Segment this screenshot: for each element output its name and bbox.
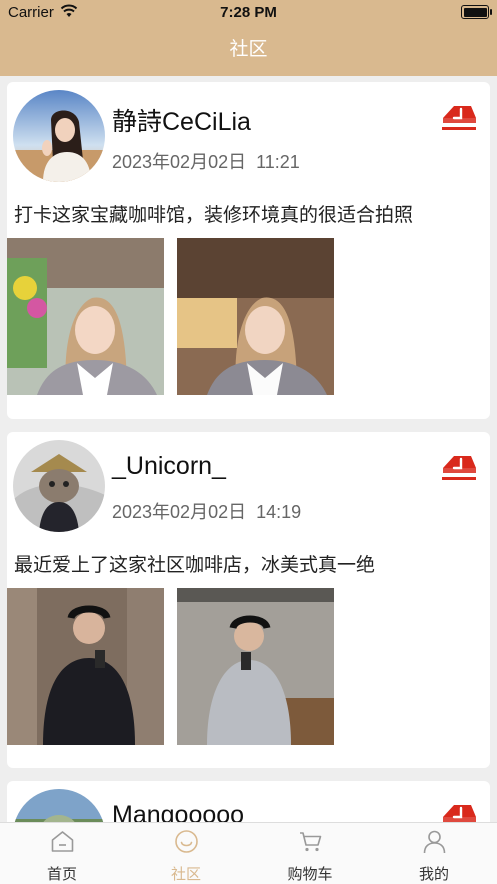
smiley-icon <box>175 830 198 853</box>
tab-label: 首页 <box>46 866 77 883</box>
post-caption: 最近爱上了这家社区咖啡店，冰美式真一绝 <box>14 555 376 576</box>
avatar[interactable] <box>13 90 105 182</box>
post-time: 14:19 <box>256 502 302 522</box>
post-photo[interactable] <box>177 588 334 745</box>
post-time: 11:21 <box>256 152 300 172</box>
tab-profile[interactable]: 我的 <box>372 823 496 884</box>
tab-cart[interactable]: 购物车 <box>248 823 372 884</box>
post-caption: 打卡这家宝藏咖啡馆，装修环境真的很适合拍照 <box>14 205 414 226</box>
tab-bar: 首页 社区 购物车 我的 <box>0 822 497 884</box>
post-photo[interactable] <box>7 238 164 395</box>
tab-community[interactable]: 社区 <box>124 823 248 884</box>
battery-icon <box>461 5 492 19</box>
post-timestamp: 2023年02月02日 14:19 <box>112 498 301 524</box>
clock: 7:28 PM <box>220 4 277 21</box>
post-card[interactable]: _Unicorn_ 2023年02月02日 14:19 最近爱上了这家社区咖啡店，… <box>7 432 490 768</box>
post-date: 2023年02月02日 <box>112 152 247 172</box>
username[interactable]: 静詩CeCiLia <box>112 102 251 138</box>
share-icon[interactable] <box>440 795 478 822</box>
post-photo[interactable] <box>7 588 164 745</box>
cart-icon <box>300 832 322 852</box>
share-icon[interactable] <box>440 446 478 484</box>
post-date: 2023年02月02日 <box>112 502 247 522</box>
tab-label: 购物车 <box>287 866 333 883</box>
page-title: 社区 <box>229 39 268 60</box>
nav-bar: 社区 <box>0 26 497 76</box>
post-feed[interactable]: 静詩CeCiLia 2023年02月02日 11:21 打卡这家宝藏咖啡馆，装修环… <box>0 76 497 822</box>
post-timestamp: 2023年02月02日 11:21 <box>112 148 300 174</box>
tab-label: 社区 <box>170 866 201 883</box>
tab-label: 我的 <box>418 866 449 883</box>
share-icon[interactable] <box>440 96 478 134</box>
avatar[interactable] <box>13 440 105 532</box>
home-icon <box>51 831 74 852</box>
status-bar: Carrier 7:28 PM <box>0 0 497 26</box>
tab-home[interactable]: 首页 <box>0 823 124 884</box>
username[interactable]: _Unicorn_ <box>112 452 226 481</box>
username[interactable]: Mangooooo__ <box>112 801 272 822</box>
person-icon <box>423 830 446 854</box>
post-card[interactable]: 静詩CeCiLia 2023年02月02日 11:21 打卡这家宝藏咖啡馆，装修环… <box>7 82 490 419</box>
post-photo[interactable] <box>177 238 334 395</box>
avatar[interactable] <box>13 789 105 822</box>
post-card[interactable]: Mangooooo__ <box>7 781 490 822</box>
